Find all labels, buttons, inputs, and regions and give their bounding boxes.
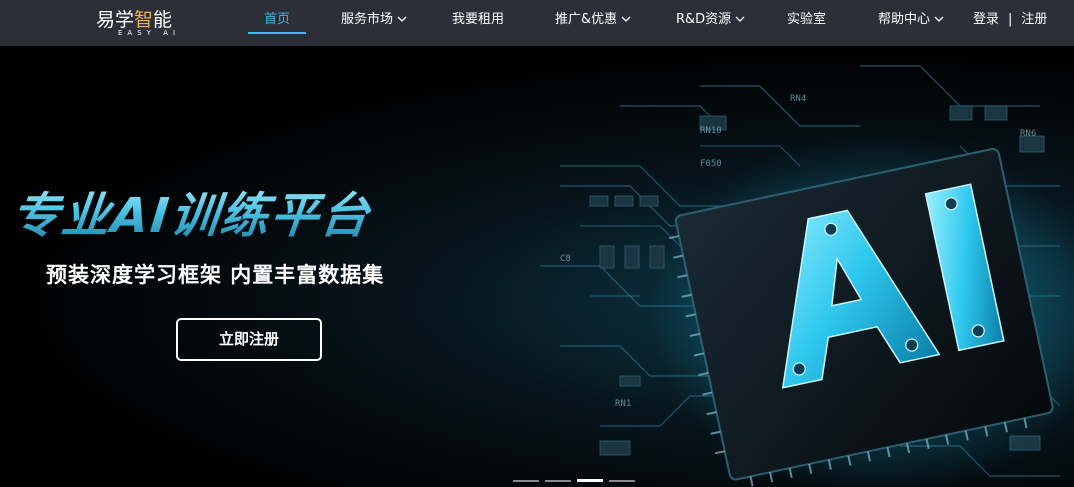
logo-text-highlight: 智 [134,9,154,31]
carousel-dot-2[interactable] [545,480,571,482]
nav-active-underline [248,32,307,34]
svg-text:RN4: RN4 [790,94,806,104]
nav-item-home[interactable]: 首页 [248,0,307,46]
hero-banner: RN10 F050 RN4 RN6 C8 RN1 专业AI训练平台 预装深度学习… [0,46,1074,487]
svg-text:C8: C8 [560,254,571,264]
chevron-down-icon [735,16,745,23]
hero-subtitle: 预装深度学习框架 内置丰富数据集 [46,263,385,287]
auth-separator: | [1008,12,1013,27]
nav-item-lab[interactable]: 实验室 [787,0,826,46]
brand-logo[interactable]: 易学智能 EASY AI [96,5,186,41]
auth-links: 登录 | 注册 [973,0,1047,46]
nav-item-home-label: 首页 [264,12,291,27]
top-nav: 易学智能 EASY AI 首页 服务市场 我要租用 推广&优惠 R&D资源 实验… [0,0,1074,46]
logo-text-pre: 易学 [96,9,135,31]
nav-item-rent-label: 我要租用 [452,12,505,27]
nav-item-help-center[interactable]: 帮助中心 [878,0,944,46]
nav-item-help-center-label: 帮助中心 [878,12,931,27]
nav-item-rd-resources-label: R&D资源 [676,12,732,27]
chevron-down-icon [397,16,407,23]
logo-wordmark: 易学智能 [96,5,172,32]
page: 易学智能 EASY AI 首页 服务市场 我要租用 推广&优惠 R&D资源 实验… [0,0,1074,487]
carousel-dot-1[interactable] [513,480,539,482]
carousel-dot-4[interactable] [609,480,635,482]
register-now-button[interactable]: 立即注册 [176,318,322,361]
chevron-down-icon [934,16,944,23]
nav-item-rent[interactable]: 我要租用 [452,0,504,46]
nav-item-promotions-label: 推广&优惠 [555,12,618,27]
nav-item-service-market-label: 服务市场 [341,12,394,27]
svg-text:RN6: RN6 [1020,129,1036,139]
svg-text:RN10: RN10 [700,126,722,136]
login-link[interactable]: 登录 [973,12,999,27]
logo-subtitle: EASY AI [118,29,181,37]
nav-item-service-market[interactable]: 服务市场 [341,0,407,46]
hero-title: 专业AI训练平台 [8,176,374,246]
chevron-down-icon [621,16,631,23]
nav-item-rd-resources[interactable]: R&D资源 [676,0,745,46]
svg-text:RN1: RN1 [615,399,631,409]
carousel-dot-3[interactable] [577,479,603,482]
nav-item-promotions[interactable]: 推广&优惠 [555,0,631,46]
svg-text:F050: F050 [700,159,722,169]
nav-item-lab-label: 实验室 [787,12,827,27]
logo-text-post: 能 [153,9,173,31]
register-link[interactable]: 注册 [1021,12,1047,27]
